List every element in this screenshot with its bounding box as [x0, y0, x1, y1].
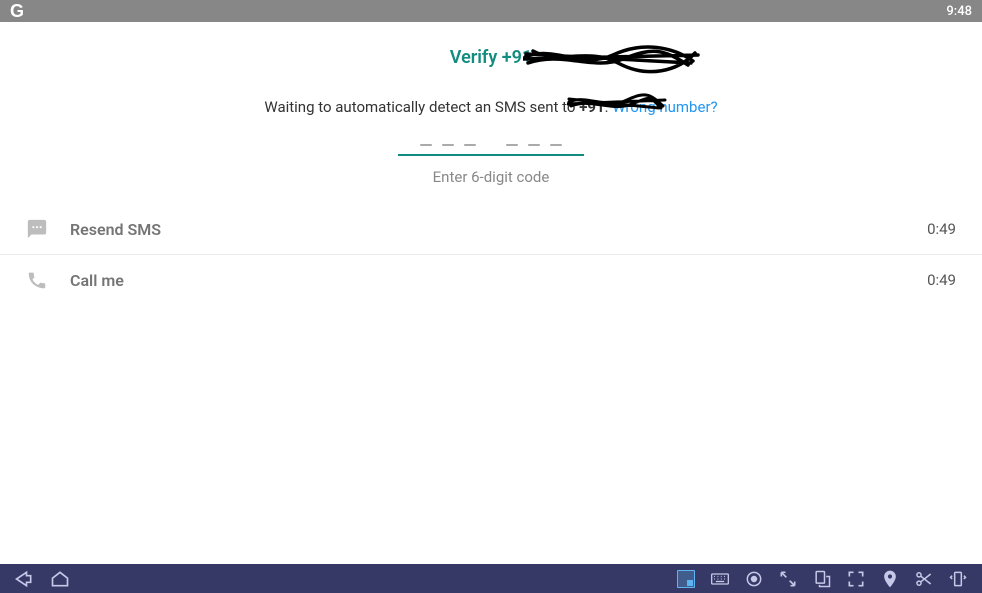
option-list: Resend SMS 0:49 Call me 0:49 [0, 204, 982, 305]
page-title: Verify +91 [0, 47, 982, 68]
subtitle: Waiting to automatically detect an SMS s… [0, 98, 982, 116]
sim-card-icon[interactable] [676, 569, 696, 589]
title-prefix: Verify [450, 47, 502, 68]
keyboard-icon[interactable] [710, 569, 730, 589]
eye-icon[interactable] [744, 569, 764, 589]
resend-timer: 0:49 [927, 220, 956, 238]
expand-icon[interactable] [778, 569, 798, 589]
scissors-icon[interactable] [914, 569, 934, 589]
emulator-logo: G [10, 1, 24, 22]
location-icon[interactable] [880, 569, 900, 589]
phone-icon [26, 269, 48, 291]
wrong-number-link[interactable]: Wrong number? [612, 98, 717, 116]
home-icon[interactable] [50, 569, 70, 589]
status-clock: 9:48 [946, 4, 972, 19]
back-icon[interactable] [14, 569, 34, 589]
system-nav-bar [0, 564, 982, 593]
code-hint: Enter 6-digit code [0, 168, 982, 186]
call-timer: 0:49 [927, 271, 956, 289]
fullscreen-icon[interactable] [846, 569, 866, 589]
redaction-scribble-icon [523, 41, 703, 75]
resend-sms-row[interactable]: Resend SMS 0:49 [0, 204, 982, 255]
resend-label: Resend SMS [70, 220, 927, 239]
sms-icon [26, 218, 48, 240]
title-phone: +91 [502, 47, 532, 68]
call-label: Call me [70, 271, 927, 290]
subtitle-prefix: Waiting to automatically detect an SMS s… [264, 98, 579, 116]
shake-icon[interactable] [948, 569, 968, 589]
code-input[interactable] [398, 144, 584, 156]
main-content: Verify +91 Waiting to automatically dete… [0, 22, 982, 305]
subtitle-phone: +91 [579, 98, 604, 116]
code-dashes [398, 144, 584, 146]
status-bar: G 9:48 [0, 0, 982, 22]
call-me-row[interactable]: Call me 0:49 [0, 255, 982, 305]
rotate-icon[interactable] [812, 569, 832, 589]
